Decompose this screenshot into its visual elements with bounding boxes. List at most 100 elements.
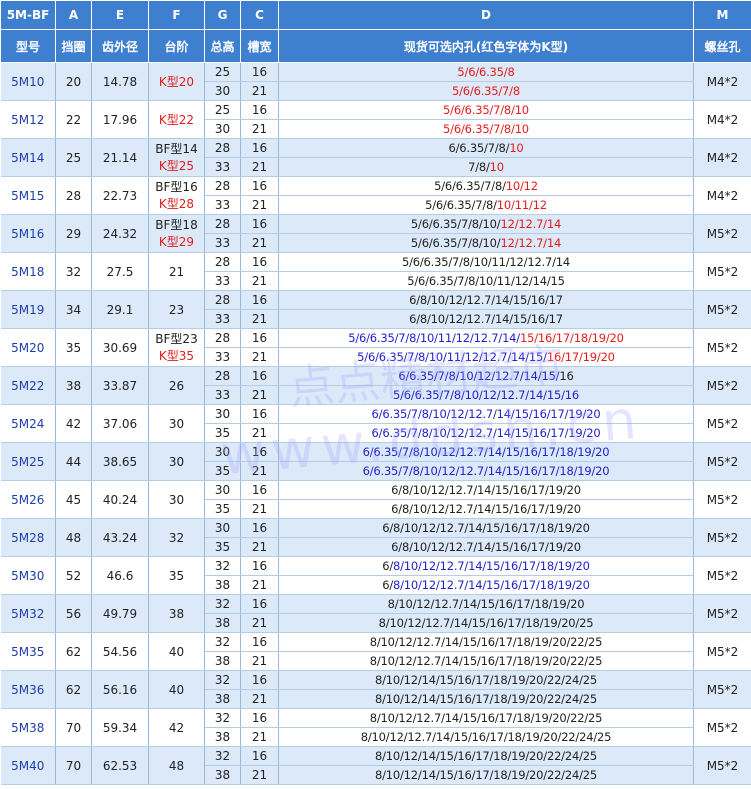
screw-hole-cell: M5*2 — [693, 214, 751, 253]
header-letter-m: M — [693, 0, 751, 30]
slot-width-cell: 16 — [240, 556, 279, 576]
header-letter-model: 5M-BF — [0, 0, 56, 30]
outer-diameter-cell: 38.65 — [91, 442, 149, 481]
bore-segment: 5/6/6.35/7/8/10/11/12/12.7/14 — [401, 255, 571, 269]
total-height-cell: 28 — [204, 252, 241, 272]
total-height-cell: 32 — [204, 670, 241, 690]
bore-segment: 5/6/6.35/7/8/10/ — [410, 236, 501, 250]
screw-hole-cell: M4*2 — [693, 62, 751, 101]
model-cell: 5M10 — [0, 62, 56, 101]
step-line: BF型14 — [149, 141, 204, 158]
step-segment: K型25 — [158, 158, 195, 173]
step-cell: 21 — [148, 252, 205, 291]
bore-segment: 8/10/12/12.7/14/15/16/17/18/19/20 — [387, 597, 585, 611]
step-segment: 26 — [168, 378, 185, 393]
bore-segment: 8/10/12/12.7/14/15/16/17/18/19/20/22/25 — [369, 654, 603, 668]
retaining-ring-cell: 62 — [55, 670, 92, 709]
retaining-ring-cell: 62 — [55, 632, 92, 671]
slot-width-cell: 21 — [240, 575, 279, 595]
total-height-cell: 33 — [204, 195, 241, 215]
bore-segment: 8/10/12/12.7/14/15/16/17/18/19/20 — [393, 578, 590, 592]
bore-options-cell: 6/6.35/7/8/10/12/12.7/14/15/16/17/18/19/… — [278, 461, 694, 481]
header-letter-g: G — [204, 0, 241, 30]
bore-options-cell: 6/8/10/12/12.7/14/15/16/17/19/20 — [278, 537, 694, 557]
bore-segment: 7/8/ — [468, 160, 490, 174]
screw-hole-cell: M4*2 — [693, 138, 751, 177]
table-row: 5M35 62 54.56 40 32 16 8/10/12/12.7/14/15/16/1… — [0, 632, 751, 671]
step-segment: 42 — [168, 720, 185, 735]
retaining-ring-cell: 34 — [55, 290, 92, 329]
table-row: 5M20 35 30.69 BF型23 K型35 28 16 5/6/6.35/7/8/10/… — [0, 328, 751, 367]
step-segment: 20 — [178, 75, 195, 89]
total-height-cell: 32 — [204, 708, 241, 728]
model-cell: 5M40 — [0, 746, 56, 785]
slot-width-cell: 21 — [240, 613, 279, 633]
header-letter-f: F — [148, 0, 205, 30]
table-row: 5M40 70 62.53 48 32 16 8/10/12/14/15/16/17/18/… — [0, 746, 751, 785]
bore-segment: 5/6/6.35/7/8/ — [425, 198, 497, 212]
bore-options-cell: 6/8/10/12/12.7/14/15/16/17/18/19/20 — [278, 518, 694, 538]
bore-segment: 5/6/6.35/7/8/10/11/12/12.7/14/15/ — [357, 350, 547, 364]
bore-options-cell: 6/8/10/12/12.7/14/15/16/17/18/19/20 — [278, 556, 694, 576]
step-segment: K型35 — [158, 348, 195, 363]
bore-segment: 5/6/6.35/7/8/10/ — [410, 217, 501, 231]
table-body: 5M10 20 14.78 K型20 25 16 5/6/6.35/8 M4*2 30 21 5/6… — [0, 62, 751, 785]
step-cell: 30 — [148, 404, 205, 443]
retaining-ring-cell: 28 — [55, 176, 92, 215]
bore-options-cell: 5/6/6.35/7/8/10/11/12/14/15 — [278, 271, 694, 291]
bore-options-cell: 8/10/12/14/15/16/17/18/19/20/22/24/25 — [278, 689, 694, 709]
table-row: 5M22 38 33.87 26 28 16 6/6.35/7/8/10/12/12.7/1… — [0, 366, 751, 405]
table-row: 5M18 32 27.5 21 28 16 5/6/6.35/7/8/10/11/12/12… — [0, 252, 751, 291]
outer-diameter-cell: 21.14 — [91, 138, 149, 177]
outer-diameter-cell: 56.16 — [91, 670, 149, 709]
slot-width-cell: 21 — [240, 423, 279, 443]
outer-diameter-cell: 49.79 — [91, 594, 149, 633]
total-height-cell: 25 — [204, 62, 241, 82]
total-height-cell: 35 — [204, 461, 241, 481]
bore-segment: 10/11/12 — [496, 198, 547, 212]
bore-segment: 5/6/6.35/7/8/10 — [443, 103, 529, 117]
total-height-cell: 38 — [204, 689, 241, 709]
step-segment: 23 — [168, 302, 185, 317]
slot-width-cell: 16 — [240, 138, 279, 158]
total-height-cell: 38 — [204, 765, 241, 785]
bore-options-cell: 5/6/6.35/7/8/10/12/12.7/14 — [278, 233, 694, 253]
table-row: 5M32 56 49.79 38 32 16 8/10/12/12.7/14/15/16/1… — [0, 594, 751, 633]
bore-segment: 6/ — [382, 578, 393, 592]
total-height-cell: 38 — [204, 613, 241, 633]
total-height-cell: 28 — [204, 176, 241, 196]
step-cell: 40 — [148, 670, 205, 709]
bore-segment: 8/10/12/12.7/14/15/16/17/18/19/20/25 — [378, 616, 594, 630]
bore-options-cell: 7/8/10 — [278, 157, 694, 177]
model-cell: 5M15 — [0, 176, 56, 215]
total-height-cell: 32 — [204, 594, 241, 614]
slot-width-cell: 16 — [240, 404, 279, 424]
slot-width-cell: 21 — [240, 119, 279, 139]
bore-segment: 12/12.7/14 — [500, 236, 562, 250]
model-cell: 5M24 — [0, 404, 56, 443]
bore-segment: 5/6/6.35/7/8/10 — [443, 122, 529, 136]
slot-width-cell: 16 — [240, 442, 279, 462]
model-cell: 5M19 — [0, 290, 56, 329]
outer-diameter-cell: 33.87 — [91, 366, 149, 405]
total-height-cell: 32 — [204, 632, 241, 652]
retaining-ring-cell: 20 — [55, 62, 92, 101]
step-segment: BF型18 — [155, 217, 198, 232]
total-height-cell: 33 — [204, 233, 241, 253]
bore-segment: 8/10/12/14/15/16/17/18/19/20/22/24/25 — [374, 673, 597, 687]
retaining-ring-cell: 44 — [55, 442, 92, 481]
bore-options-cell: 5/6/6.35/7/8/10/11/12 — [278, 195, 694, 215]
model-cell: 5M36 — [0, 670, 56, 709]
total-height-cell: 32 — [204, 556, 241, 576]
step-line: K型29 — [149, 234, 204, 251]
screw-hole-cell: M5*2 — [693, 328, 751, 367]
total-height-cell: 28 — [204, 214, 241, 234]
bore-segment: 5/6/6.35/8 — [457, 65, 515, 79]
total-height-cell: 30 — [204, 442, 241, 462]
total-height-cell: 33 — [204, 157, 241, 177]
bore-segment: 8/10/12/14/15/16/17/18/19/20/22/24/25 — [374, 692, 597, 706]
model-cell: 5M30 — [0, 556, 56, 595]
slot-width-cell: 21 — [240, 157, 279, 177]
bore-segment: 6/ — [382, 559, 393, 573]
slot-width-cell: 16 — [240, 62, 279, 82]
